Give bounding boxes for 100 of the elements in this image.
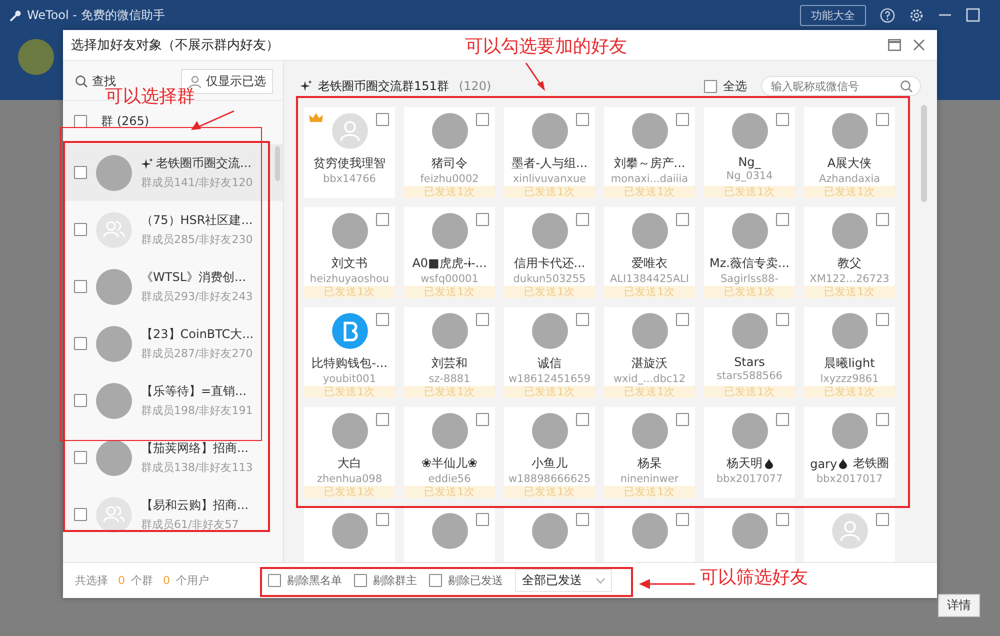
checkbox[interactable]: [376, 413, 389, 426]
help-icon[interactable]: [880, 8, 895, 22]
group-list-item[interactable]: 老铁圈币圈交流... 群成员141/非好友120: [63, 144, 283, 201]
checkbox[interactable]: [74, 508, 87, 521]
checkbox[interactable]: [576, 413, 589, 426]
checkbox[interactable]: [476, 413, 489, 426]
checkbox[interactable]: [876, 213, 889, 226]
checkbox[interactable]: [704, 80, 717, 92]
close-icon[interactable]: [913, 39, 925, 51]
checkbox[interactable]: [476, 513, 489, 526]
checkbox[interactable]: [676, 113, 689, 126]
checkbox[interactable]: [876, 113, 889, 126]
checkbox[interactable]: [74, 166, 87, 179]
checkbox[interactable]: [776, 513, 789, 526]
checkbox[interactable]: [476, 113, 489, 126]
checkbox[interactable]: [376, 513, 389, 526]
user-selected-count: 0: [163, 574, 170, 587]
friend-card[interactable]: 大白 zhenhua098 已发送1次: [304, 407, 395, 498]
friend-card[interactable]: gary 老铁圈 bbx2017017: [804, 407, 895, 498]
wechat-id: w18612451659: [508, 373, 591, 385]
scrollbar-thumb[interactable]: [921, 105, 927, 202]
photo-placeholder: [832, 213, 868, 249]
checkbox[interactable]: [74, 223, 87, 236]
group-title: 老铁圈币圈交流群151群: [318, 78, 449, 94]
checkbox[interactable]: [74, 337, 87, 350]
checkbox[interactable]: [676, 213, 689, 226]
maximize-icon[interactable]: [888, 39, 901, 51]
friend-card[interactable]: ❀半仙儿❀ eddie56 已发送1次: [404, 407, 495, 498]
friend-card[interactable]: 刘文书 heizhuyaoshou 已发送1次: [304, 207, 395, 298]
checkbox[interactable]: [676, 313, 689, 326]
checkbox[interactable]: [476, 213, 489, 226]
checkbox[interactable]: [354, 574, 367, 587]
photo-placeholder: [832, 113, 868, 149]
photo-placeholder: [532, 113, 568, 149]
group-list-item[interactable]: 《WTSL》消费创... 群成员293/非好友243: [63, 258, 283, 315]
friend-card[interactable]: A展大侠 Azhandaxia 已发送1次: [804, 107, 895, 198]
friend-card[interactable]: 杨天明 bbx2017077: [704, 407, 795, 498]
sent-filter-dropdown[interactable]: 全部已发送: [515, 569, 612, 592]
search-label: 查找: [92, 73, 116, 88]
sent-status-badge: 已发送1次: [604, 286, 695, 298]
group-list-item[interactable]: 【易和云购】招商... 群成员61/非好友57: [63, 486, 283, 543]
group-list-item[interactable]: 【茄荚网络】招商... 群成员138/非好友113: [63, 429, 283, 486]
checkbox[interactable]: [576, 513, 589, 526]
checkbox[interactable]: [376, 313, 389, 326]
photo-placeholder: [832, 313, 868, 349]
wechat-id: xinlivuvanxue: [512, 173, 586, 185]
checkbox[interactable]: [74, 451, 87, 464]
friend-card[interactable]: 诚信 w18612451659 已发送1次: [504, 307, 595, 398]
checkbox[interactable]: [776, 113, 789, 126]
checkbox[interactable]: [776, 313, 789, 326]
friend-card[interactable]: Ng_ Ng_0314 已发送1次: [704, 107, 795, 198]
search-field[interactable]: 输入昵称或微信号: [761, 76, 921, 96]
photo-placeholder: [96, 382, 132, 418]
checkbox[interactable]: [676, 513, 689, 526]
checkbox[interactable]: [429, 574, 442, 587]
checkbox[interactable]: [576, 213, 589, 226]
sent-status-badge: 已发送1次: [504, 186, 595, 198]
checkbox[interactable]: [876, 413, 889, 426]
friend-card[interactable]: 比特购钱包-... youbit001 已发送1次: [304, 307, 395, 398]
friend-card[interactable]: Mz.薇信专卖... Sagirlss88- 已发送1次: [704, 207, 795, 298]
checkbox[interactable]: [74, 394, 87, 407]
checkbox[interactable]: [476, 313, 489, 326]
checkbox[interactable]: [876, 313, 889, 326]
group-list-item[interactable]: 【乐等待】=直销... 群成员198/非好友191: [63, 372, 283, 429]
friend-card[interactable]: 教父 XM122...26723 已发送1次: [804, 207, 895, 298]
checkbox[interactable]: [676, 413, 689, 426]
sent-status-badge: 已发送1次: [804, 386, 895, 398]
friend-card[interactable]: Stars stars588566 已发送1次: [704, 307, 795, 398]
group-list-item[interactable]: 【23】CoinBTC大... 群成员287/非好友270: [63, 315, 283, 372]
checkbox[interactable]: [376, 113, 389, 126]
scrollbar-thumb[interactable]: [275, 146, 280, 181]
friend-card[interactable]: 湛旋沃 wxid_...dbc12 已发送1次: [604, 307, 695, 398]
annotation-text: 可以筛选好友: [700, 566, 808, 589]
checkbox[interactable]: [576, 113, 589, 126]
checkbox[interactable]: [74, 115, 87, 128]
checkbox[interactable]: [74, 280, 87, 293]
friend-card[interactable]: A0■虎虎-ɨ-... wsfq00001 已发送1次: [404, 207, 495, 298]
details-button[interactable]: 详情: [938, 594, 980, 617]
friend-card[interactable]: 墨者-人与组... xinlivuvanxue 已发送1次: [504, 107, 595, 198]
friend-card[interactable]: 爱唯衣 ALI1384425ALI 已发送1次: [604, 207, 695, 298]
group-list-item[interactable]: （75）HSR社区建... 群成员285/非好友230: [63, 201, 283, 258]
friend-card[interactable]: 刘攀～房产... monaxi...daiiia 已发送1次: [604, 107, 695, 198]
group-name: （75）HSR社区建...: [141, 212, 253, 229]
features-button[interactable]: 功能大全: [800, 4, 866, 26]
settings-icon[interactable]: [909, 8, 924, 22]
friend-card[interactable]: 刘芸和 sz-8881 已发送1次: [404, 307, 495, 398]
friend-card[interactable]: 杨杲 nineninwer 已发送1次: [604, 407, 695, 498]
checkbox[interactable]: [268, 574, 281, 587]
friend-card[interactable]: 猪司令 feizhu0002 已发送1次: [404, 107, 495, 198]
friend-card[interactable]: 晨曦light lxyzzz9861 已发送1次: [804, 307, 895, 398]
friend-card[interactable]: 贫穷使我理智 bbx14766: [304, 107, 395, 198]
sent-status-badge: 已发送1次: [304, 486, 395, 498]
friend-card[interactable]: 信用卡代还... dukun503255 已发送1次: [504, 207, 595, 298]
checkbox[interactable]: [376, 213, 389, 226]
checkbox[interactable]: [776, 413, 789, 426]
checkbox[interactable]: [576, 313, 589, 326]
friend-card[interactable]: 小鱼儿 w18898666625 已发送1次: [504, 407, 595, 498]
photo-placeholder: [532, 213, 568, 249]
checkbox[interactable]: [776, 213, 789, 226]
checkbox[interactable]: [876, 513, 889, 526]
